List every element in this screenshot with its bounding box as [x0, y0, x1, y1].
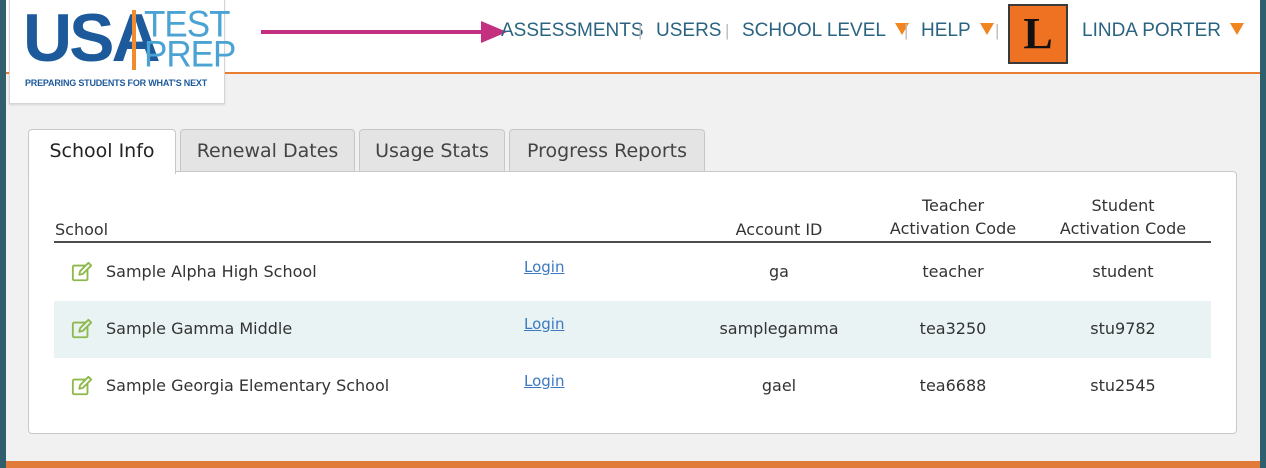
table-row: Sample Gamma Middle Login samplegamma te… — [54, 301, 1211, 358]
table-header-divider — [54, 241, 1211, 243]
edit-pencil-icon[interactable] — [71, 375, 93, 397]
school-name: Sample Alpha High School — [106, 262, 317, 281]
tab-usage-stats[interactable]: Usage Stats — [359, 129, 505, 172]
caret-down-icon — [1230, 22, 1245, 35]
school-info-panel: School Account ID Teacher Activation Cod… — [28, 171, 1237, 434]
edit-pencil-icon[interactable] — [71, 318, 93, 340]
column-header-teacher-code: Teacher Activation Code — [869, 194, 1037, 240]
usa-test-prep-logo[interactable]: USA TEST PREP PREPARING STUDENTS FOR WHA… — [9, 0, 236, 104]
nav-school-level-label: SCHOOL LEVEL — [742, 20, 886, 41]
annotation-arrow-shaft — [261, 30, 489, 34]
school-name: Sample Georgia Elementary School — [106, 376, 390, 395]
column-header-school: School — [55, 220, 109, 239]
column-header-student-code: Student Activation Code — [1039, 194, 1207, 240]
nav-separator: | — [904, 21, 909, 40]
user-name: LINDA PORTER — [1082, 20, 1222, 41]
column-header-student-line1: Student — [1091, 196, 1155, 215]
nav-separator: | — [995, 21, 1000, 40]
app-window: ASSESSMENTS | USERS | SCHOOL LEVEL | HEL… — [6, 0, 1260, 468]
login-link[interactable]: Login — [524, 315, 564, 333]
nav-separator: | — [638, 21, 643, 40]
logo-divider — [132, 10, 136, 70]
footer-accent-strip — [6, 461, 1260, 468]
teacher-activation-code: tea3250 — [919, 319, 987, 338]
teacher-activation-code: teacher — [922, 262, 984, 281]
login-link[interactable]: Login — [524, 372, 564, 390]
nav-user-menu[interactable]: LINDA PORTER — [1082, 20, 1245, 42]
nav-help[interactable]: HELP — [921, 20, 994, 42]
tab-school-info[interactable]: School Info — [28, 129, 176, 174]
table-row: Sample Alpha High School Login ga teache… — [54, 244, 1211, 301]
nav-users[interactable]: USERS — [656, 20, 721, 42]
column-header-teacher-line2: Activation Code — [889, 219, 1017, 238]
tab-renewal-dates[interactable]: Renewal Dates — [180, 129, 355, 172]
nav-school-level[interactable]: SCHOOL LEVEL — [742, 20, 909, 42]
school-name: Sample Gamma Middle — [106, 319, 293, 338]
teacher-activation-code: tea6688 — [919, 376, 987, 395]
nav-assessments[interactable]: ASSESSMENTS — [501, 20, 644, 42]
column-header-teacher-line1: Teacher — [921, 196, 985, 215]
nav-help-label: HELP — [921, 20, 971, 41]
user-avatar[interactable]: L — [1008, 4, 1068, 64]
account-id: samplegamma — [719, 319, 839, 338]
column-header-account-id: Account ID — [735, 220, 823, 239]
student-activation-code: student — [1092, 262, 1154, 281]
account-id: ga — [769, 262, 789, 281]
edit-pencil-icon[interactable] — [71, 261, 93, 283]
student-activation-code: stu2545 — [1090, 376, 1156, 395]
account-id: gael — [761, 376, 797, 395]
nav-separator: | — [725, 21, 730, 40]
table-row: Sample Georgia Elementary School Login g… — [54, 358, 1211, 415]
caret-down-icon — [979, 22, 994, 35]
tab-progress-reports[interactable]: Progress Reports — [509, 129, 705, 172]
logo-prep-text: PREP — [144, 34, 236, 75]
logo-usa-text: USA — [23, 0, 161, 76]
column-header-student-line2: Activation Code — [1059, 219, 1187, 238]
login-link[interactable]: Login — [524, 258, 564, 276]
logo-tagline: PREPARING STUDENTS FOR WHAT'S NEXT — [25, 78, 208, 88]
student-activation-code: stu9782 — [1090, 319, 1156, 338]
